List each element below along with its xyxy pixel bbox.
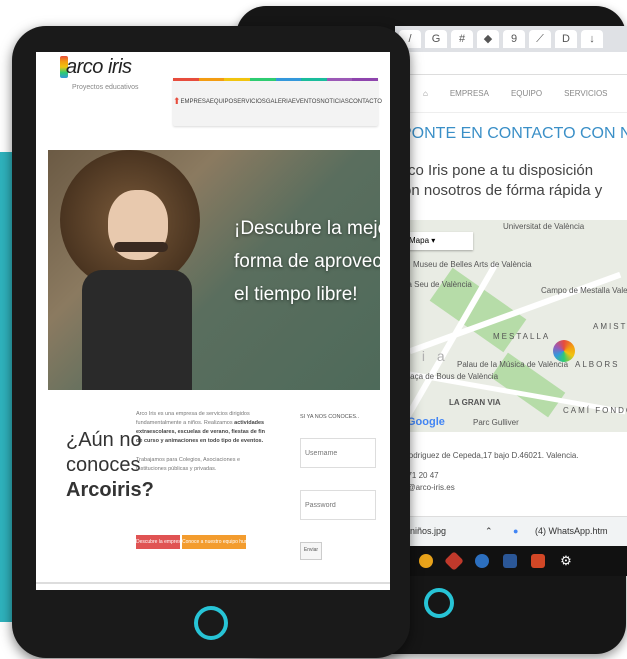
map-label: Campo de Mestalla Valencia CF: [541, 286, 627, 295]
nav-item-empresa[interactable]: EMPRESA: [450, 89, 489, 98]
nav-stripe: [198, 78, 225, 81]
nav-color-stripes: [173, 78, 378, 81]
meet-team-button[interactable]: Conoce a nuestro equipo humano: [182, 535, 246, 549]
chrome-icon[interactable]: [419, 554, 433, 568]
back-tablet-screen: / G # ◆ 9 ⟋ D ↓ ⌂ EMPRESA EQUIPO SERVICI…: [395, 26, 627, 576]
login-title: SI YA NOS CONOCES..: [300, 414, 360, 420]
map-label: Palau de la Música de València: [457, 360, 569, 369]
nav-item-galeria[interactable]: GALERIA: [266, 99, 292, 105]
nav-stripe: [352, 78, 378, 81]
username-input[interactable]: [300, 438, 376, 468]
map-label: La Seu de València: [403, 280, 472, 289]
browser-tab[interactable]: 9: [503, 30, 525, 48]
chevron-up-icon[interactable]: ⌃: [485, 526, 493, 537]
hero-mustache: [114, 242, 168, 252]
map-label: Museu de Belles Arts de València: [413, 260, 532, 269]
map-type-value: Mapa: [409, 236, 430, 245]
map-label: AMIST: [593, 322, 627, 331]
logo-subtitle: Proyectos educativos: [72, 84, 139, 91]
front-tablet-home-button[interactable]: [194, 606, 228, 640]
gear-icon[interactable]: ⚙: [559, 554, 573, 568]
contact-address: Rodriguez de Cepeda,17 bajo D.46021. Val…: [403, 450, 579, 494]
nav-stripe: [326, 78, 353, 81]
nav-items: ⬆ EMPRESA EQUIPO SERVICIOS GALERIA EVENT…: [173, 96, 382, 107]
chrome-icon: ●: [513, 526, 519, 536]
browser-tab[interactable]: D: [555, 30, 577, 48]
nav-item-servicios[interactable]: SERVICIOS: [233, 99, 266, 105]
about-paragraph: Trabajamos para Colegios, Asociaciones e…: [136, 457, 241, 472]
hero-headline: ¡Descubre la mejor forma de aprovechar e…: [234, 212, 380, 311]
back-tablet-home-button[interactable]: [424, 588, 454, 618]
map-type-select[interactable]: Mapa ▾: [403, 232, 473, 250]
map-embed[interactable]: Mapa ▾ Universitat de València Museu de …: [403, 220, 627, 432]
nav-item-servicios[interactable]: SERVICIOS: [564, 89, 607, 98]
map-label: MESTALLA: [493, 332, 551, 341]
nav-item-noticias[interactable]: NOTICIAS: [320, 99, 348, 105]
map-label: Plaça de Bous de València: [403, 372, 499, 381]
home-icon[interactable]: ⬆: [173, 96, 181, 107]
nav-stripe: [173, 78, 199, 81]
password-input[interactable]: [300, 490, 376, 520]
phone-text: 371 20 47: [403, 471, 439, 480]
map-label: Parc Gulliver: [473, 418, 519, 427]
nav-stripe: [249, 78, 276, 81]
discover-company-button[interactable]: Descubre la empresa: [136, 535, 180, 549]
map-label: LA GRAN VIA: [449, 398, 501, 407]
email-text: o@arco-iris.es: [403, 483, 455, 492]
app-icon[interactable]: [444, 551, 464, 571]
hero-line: el tiempo libre!: [234, 284, 358, 305]
front-tablet-screen: arco iris Proyectos educativos ⬆ EMPRESA…: [36, 52, 390, 590]
nav-stripe: [301, 78, 327, 81]
contact-heading: PONTE EN CONTACTO CON N: [401, 125, 627, 142]
nav-stripe: [224, 78, 250, 81]
browser-tab[interactable]: #: [451, 30, 473, 48]
app-icon[interactable]: [475, 554, 489, 568]
browser-tab-bar: / G # ◆ 9 ⟋ D ↓: [395, 26, 627, 52]
browser-tab[interactable]: ◆: [477, 30, 499, 48]
nav-item-contacto[interactable]: CONTACTO: [349, 99, 382, 105]
contact-line: on nosotros de fórma rápida y: [403, 182, 603, 199]
download-item[interactable]: (4) WhatsApp.htm: [535, 526, 608, 536]
map-label: ALBORS: [575, 360, 620, 369]
main-nav: ⬆ EMPRESA EQUIPO SERVICIOS GALERIA EVENT…: [173, 78, 382, 126]
browser-tab[interactable]: ⟋: [529, 30, 551, 48]
nav-stripe: [275, 78, 302, 81]
back-site-nav: ⌂ EMPRESA EQUIPO SERVICIOS: [395, 75, 627, 113]
address-text: Rodriguez de Cepeda,17 bajo D.46021. Val…: [403, 451, 579, 460]
site-logo[interactable]: arco iris: [66, 56, 132, 79]
question-brand: Arcoiris?: [66, 479, 154, 501]
map-marker-icon[interactable]: [553, 340, 575, 362]
nav-item-empresa[interactable]: EMPRESA: [181, 99, 210, 105]
map-label: CAMÍ FONDO: [563, 406, 627, 415]
map-label: Universitat de València: [503, 222, 585, 231]
hero-banner: ¡Descubre la mejor forma de aprovechar e…: [48, 150, 380, 390]
word-icon[interactable]: [503, 554, 517, 568]
nav-item-equipo[interactable]: EQUIPO: [511, 89, 542, 98]
browser-tab[interactable]: ↓: [581, 30, 603, 48]
hero-line: ¡Descubre la mejor: [234, 218, 380, 239]
nav-item-equipo[interactable]: EQUIPO: [210, 99, 233, 105]
google-logo: Google: [407, 416, 445, 428]
hero-child-body: [82, 270, 192, 390]
about-paragraph: Arco Iris es una empresa de servicios di…: [136, 411, 250, 426]
contact-line: rco Iris pone a tu disposición: [403, 162, 594, 179]
hero-line: forma de aprovechar: [234, 251, 380, 272]
browser-tab[interactable]: G: [425, 30, 447, 48]
nav-item-eventos[interactable]: EVENTOS: [292, 99, 321, 105]
about-text: Arco Iris es una empresa de servicios di…: [136, 410, 270, 474]
login-submit-button[interactable]: Enviar: [300, 542, 322, 560]
contact-text: rco Iris pone a tu disposición on nosotr…: [403, 161, 602, 201]
downloads-bar: y niños.jpg ⌃ ● (4) WhatsApp.htm: [395, 516, 627, 547]
taskbar: ⚙: [395, 546, 627, 576]
home-icon[interactable]: ⌂: [423, 89, 428, 98]
address-bar[interactable]: [395, 52, 627, 75]
footer-divider: [36, 582, 390, 584]
powerpoint-icon[interactable]: [531, 554, 545, 568]
